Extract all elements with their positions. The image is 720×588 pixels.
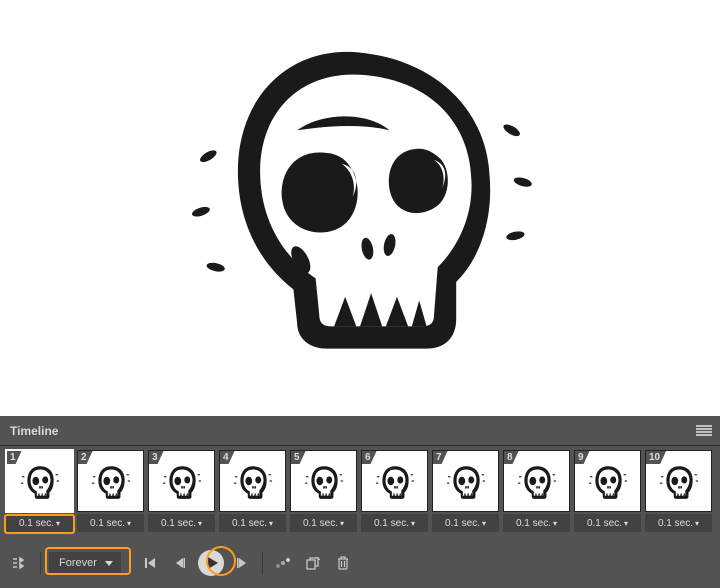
frame-thumbnail-skull — [303, 460, 345, 502]
frame[interactable]: 8 0.1 sec.▾ — [503, 450, 570, 532]
timeline-controls: Forever — [0, 542, 720, 584]
frame-thumbnail[interactable]: 2 — [77, 450, 144, 512]
chevron-down-icon: ▾ — [624, 519, 628, 528]
chevron-down-icon: ▾ — [198, 519, 202, 528]
frame-duration-dropdown[interactable]: 0.1 sec.▾ — [77, 514, 144, 532]
frame-duration-label: 0.1 sec. — [19, 518, 54, 529]
frame-thumbnail[interactable]: 4 — [219, 450, 286, 512]
frame[interactable]: 2 0.1 sec.▾ — [77, 450, 144, 532]
frame[interactable]: 10 0.1 sec.▾ — [645, 450, 712, 532]
loop-mode-dropdown[interactable]: Forever — [49, 552, 121, 574]
skull-illustration — [175, 23, 545, 393]
timeline-header: Timeline — [0, 416, 720, 446]
loop-mode-label: Forever — [59, 557, 97, 569]
frame-thumbnail-skull — [658, 460, 700, 502]
frame-thumbnail[interactable]: 7 — [432, 450, 499, 512]
frame-thumbnail-skull — [19, 460, 61, 502]
chevron-down-icon: ▾ — [695, 519, 699, 528]
frame-thumbnail[interactable]: 9 — [574, 450, 641, 512]
frame-duration-dropdown[interactable]: 0.1 sec.▾ — [148, 514, 215, 532]
frame-duration-label: 0.1 sec. — [658, 518, 693, 529]
frame[interactable]: 3 0.1 sec.▾ — [148, 450, 215, 532]
chevron-down-icon — [105, 561, 113, 566]
separator — [129, 552, 130, 574]
frame[interactable]: 7 0.1 sec.▾ — [432, 450, 499, 532]
frame-duration-dropdown[interactable]: 0.1 sec.▾ — [574, 514, 641, 532]
frame-thumbnail-skull — [374, 460, 416, 502]
tween-button[interactable] — [271, 551, 295, 575]
frame-duration-label: 0.1 sec. — [516, 518, 551, 529]
frame-duration-label: 0.1 sec. — [232, 518, 267, 529]
duplicate-frame-button[interactable] — [301, 551, 325, 575]
frame-thumbnail[interactable]: 3 — [148, 450, 215, 512]
frame-duration-label: 0.1 sec. — [587, 518, 622, 529]
frame[interactable]: 9 0.1 sec.▾ — [574, 450, 641, 532]
chevron-down-icon: ▾ — [127, 519, 131, 528]
play-button[interactable] — [198, 550, 224, 576]
frame-duration-dropdown[interactable]: 0.1 sec.▾ — [503, 514, 570, 532]
frame-duration-label: 0.1 sec. — [161, 518, 196, 529]
separator — [40, 552, 41, 574]
frame-thumbnail-skull — [161, 460, 203, 502]
frame-duration-dropdown[interactable]: 0.1 sec.▾ — [6, 514, 73, 532]
frame-thumbnail-skull — [232, 460, 274, 502]
previous-frame-button[interactable] — [168, 551, 192, 575]
chevron-down-icon: ▾ — [482, 519, 486, 528]
frame[interactable]: 4 0.1 sec.▾ — [219, 450, 286, 532]
next-frame-button[interactable] — [230, 551, 254, 575]
convert-timeline-button[interactable] — [8, 551, 32, 575]
frame-thumbnail[interactable]: 6 — [361, 450, 428, 512]
timeline-panel: Timeline 1 0.1 sec.▾ 2 0.1 sec. — [0, 416, 720, 588]
frames-strip: 1 0.1 sec.▾ 2 0.1 sec.▾ 3 — [0, 446, 720, 542]
chevron-down-icon: ▾ — [411, 519, 415, 528]
panel-menu-icon[interactable] — [696, 425, 712, 437]
frame-duration-label: 0.1 sec. — [303, 518, 338, 529]
chevron-down-icon: ▾ — [269, 519, 273, 528]
chevron-down-icon: ▾ — [340, 519, 344, 528]
frame-thumbnail-skull — [90, 460, 132, 502]
frame[interactable]: 1 0.1 sec.▾ — [6, 450, 73, 532]
frame-duration-dropdown[interactable]: 0.1 sec.▾ — [290, 514, 357, 532]
chevron-down-icon: ▾ — [56, 519, 60, 528]
frame-thumbnail-skull — [445, 460, 487, 502]
frame-duration-dropdown[interactable]: 0.1 sec.▾ — [432, 514, 499, 532]
frame-duration-label: 0.1 sec. — [90, 518, 125, 529]
frame-duration-dropdown[interactable]: 0.1 sec.▾ — [219, 514, 286, 532]
frame-duration-dropdown[interactable]: 0.1 sec.▾ — [361, 514, 428, 532]
frame-thumbnail[interactable]: 5 — [290, 450, 357, 512]
chevron-down-icon: ▾ — [553, 519, 557, 528]
frame-thumbnail-skull — [587, 460, 629, 502]
play-icon — [208, 557, 218, 569]
frame[interactable]: 6 0.1 sec.▾ — [361, 450, 428, 532]
canvas — [0, 0, 720, 416]
frame-duration-dropdown[interactable]: 0.1 sec.▾ — [645, 514, 712, 532]
first-frame-button[interactable] — [138, 551, 162, 575]
frame-duration-label: 0.1 sec. — [374, 518, 409, 529]
frame[interactable]: 5 0.1 sec.▾ — [290, 450, 357, 532]
timeline-title: Timeline — [10, 424, 58, 438]
frame-thumbnail[interactable]: 8 — [503, 450, 570, 512]
frame-thumbnail[interactable]: 10 — [645, 450, 712, 512]
frame-thumbnail-skull — [516, 460, 558, 502]
frame-thumbnail[interactable]: 1 — [6, 450, 73, 512]
frame-duration-label: 0.1 sec. — [445, 518, 480, 529]
delete-frame-button[interactable] — [331, 551, 355, 575]
separator — [262, 552, 263, 574]
